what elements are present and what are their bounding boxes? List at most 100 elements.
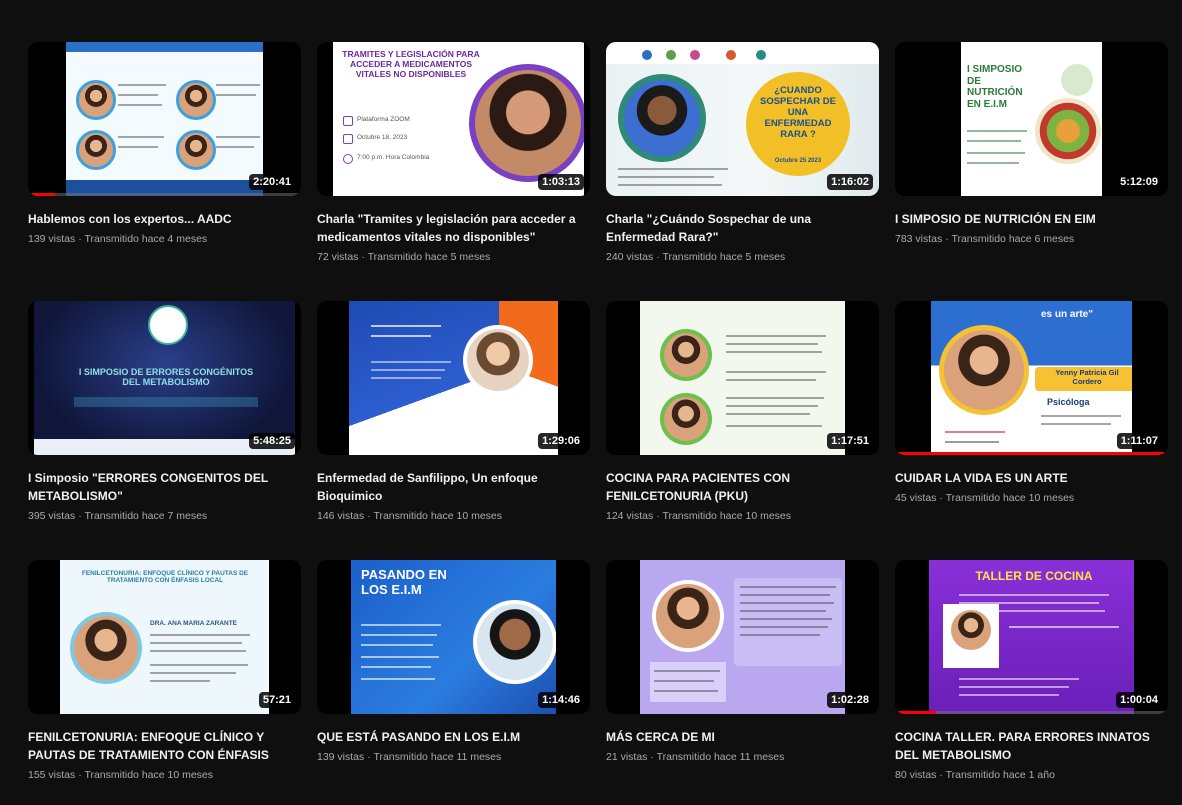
thumbnail-art: I SIMPOSIO DE ERRORES CONGÉNITOS DEL MET…	[34, 301, 295, 455]
poster-role: Psicóloga	[1047, 397, 1090, 407]
video-title[interactable]: Enfermedad de Sanfilippo, Un enfoque Bio…	[317, 469, 590, 505]
thumbnail-art: FENILCETONURIA: ENFOQUE CLÍNICO Y PAUTAS…	[60, 560, 269, 714]
video-thumbnail[interactable]: TRAMITES Y LEGISLACIÓN PARA ACCEDER A ME…	[317, 42, 590, 196]
poster-speaker: DRA. ANA MARIA ZARANTE	[150, 620, 238, 627]
stream-age: Transmitido hace 11 meses	[373, 751, 502, 763]
poster-time: 7:00 p.m. Hora Colombia	[357, 154, 430, 161]
poster-headline: PASANDO EN LOS E.I.M	[361, 567, 447, 597]
stream-age: Transmitido hace 5 meses	[662, 251, 786, 263]
video-card[interactable]: TALLER DE COCINA 1:00:04 COCINA TALLER. …	[895, 560, 1168, 805]
video-card[interactable]: 1:17:51 COCINA PARA PACIENTES CON FENILC…	[606, 301, 879, 546]
thumbnail-art: ¿CUANDO SOSPECHAR DE UNA ENFERMEDAD RARA…	[606, 42, 879, 196]
video-title[interactable]: COCINA PARA PACIENTES CON FENILCETONURIA…	[606, 469, 879, 505]
view-count: 240 vistas	[606, 251, 654, 263]
video-thumbnail[interactable]: TALLER DE COCINA 1:00:04	[895, 560, 1168, 714]
poster-headline: TRAMITES Y LEGISLACIÓN PARA ACCEDER A ME…	[342, 49, 480, 79]
duration-badge: 1:00:04	[1116, 692, 1162, 708]
video-card[interactable]: ¿CUANDO SOSPECHAR DE UNA ENFERMEDAD RARA…	[606, 42, 879, 287]
video-thumbnail[interactable]: PASANDO EN LOS E.I.M 1:14:46	[317, 560, 590, 714]
stream-age: Transmitido hace 1 año	[945, 769, 1055, 781]
duration-badge: 1:17:51	[827, 433, 873, 449]
video-title[interactable]: FENILCETONURIA: ENFOQUE CLÍNICO Y PAUTAS…	[28, 728, 301, 764]
video-thumbnail[interactable]: 1:29:06	[317, 301, 590, 455]
video-thumbnail[interactable]: I SIMPOSIO DE NUTRICIÓN EN E.I.M 5:12:09	[895, 42, 1168, 196]
thumbnail-art	[640, 560, 845, 714]
video-title[interactable]: I SIMPOSIO DE NUTRICIÓN EN EIM	[895, 210, 1168, 228]
duration-badge: 57:21	[258, 692, 295, 708]
video-title[interactable]: Hablemos con los expertos... AADC	[28, 210, 301, 228]
duration-badge: 5:48:25	[249, 433, 295, 449]
duration-badge: 1:14:46	[538, 692, 584, 708]
video-thumbnail[interactable]: 2:20:41	[28, 42, 301, 196]
video-title[interactable]: QUE ESTÁ PASANDO EN LOS E.I.M	[317, 728, 590, 746]
view-count: 124 vistas	[606, 510, 654, 522]
thumbnail-art: TRAMITES Y LEGISLACIÓN PARA ACCEDER A ME…	[333, 42, 584, 196]
video-card[interactable]: PASANDO EN LOS E.I.M 1:14:46 QUE ESTÁ PA…	[317, 560, 590, 805]
stream-age: Transmitido hace 11 meses	[656, 751, 785, 763]
video-card[interactable]: 1:29:06 Enfermedad de Sanfilippo, Un enf…	[317, 301, 590, 546]
video-title[interactable]: CUIDAR LA VIDA ES UN ARTE	[895, 469, 1168, 487]
stream-age: Transmitido hace 5 meses	[367, 251, 491, 263]
duration-badge: 2:20:41	[249, 174, 295, 190]
video-meta: 139 vistas · Transmitido hace 11 meses	[317, 751, 502, 763]
video-title[interactable]: MÁS CERCA DE MI	[606, 728, 879, 746]
poster-headline: FENILCETONURIA: ENFOQUE CLÍNICO Y PAUTAS…	[81, 570, 249, 585]
video-meta: 45 vistas · Transmitido hace 10 meses	[895, 492, 1075, 504]
poster-headline: ¿CUANDO SOSPECHAR DE UNA ENFERMEDAD RARA…	[759, 85, 836, 140]
duration-badge: 5:12:09	[1116, 174, 1162, 190]
thumbnail-art: PASANDO EN LOS E.I.M	[351, 560, 556, 714]
thumbnail-art: TALLER DE COCINA	[929, 560, 1134, 714]
thumbnail-art: I SIMPOSIO DE NUTRICIÓN EN E.I.M	[961, 42, 1102, 196]
poster-headline: TALLER DE COCINA	[975, 569, 1093, 583]
thumbnail-art: es un arte" Yenny Patricia Gil Cordero P…	[931, 301, 1132, 455]
view-count: 139 vistas	[317, 751, 365, 763]
poster-date: Octubre 18, 2023	[357, 134, 408, 141]
view-count: 783 vistas	[895, 233, 943, 245]
duration-badge: 1:03:13	[538, 174, 584, 190]
video-title[interactable]: I Simposio "ERRORES CONGENITOS DEL METAB…	[28, 469, 301, 505]
video-thumbnail[interactable]: 1:17:51	[606, 301, 879, 455]
poster-headline: I SIMPOSIO DE NUTRICIÓN EN E.I.M	[967, 64, 1023, 110]
video-title[interactable]: COCINA TALLER. PARA ERRORES INNATOS DEL …	[895, 728, 1168, 764]
video-card[interactable]: 2:20:41 Hablemos con los expertos... AAD…	[28, 42, 301, 287]
poster-platform: Plataforma ZOOM	[357, 116, 410, 123]
video-thumbnail[interactable]: I SIMPOSIO DE ERRORES CONGÉNITOS DEL MET…	[28, 301, 301, 455]
video-meta: 395 vistas · Transmitido hace 7 meses	[28, 510, 208, 522]
video-thumbnail[interactable]: ¿CUANDO SOSPECHAR DE UNA ENFERMEDAD RARA…	[606, 42, 879, 196]
watch-progress-bar	[895, 711, 1168, 714]
video-thumbnail[interactable]: FENILCETONURIA: ENFOQUE CLÍNICO Y PAUTAS…	[28, 560, 301, 714]
video-meta: 783 vistas · Transmitido hace 6 meses	[895, 233, 1075, 245]
video-title[interactable]: Charla "Tramites y legislación para acce…	[317, 210, 590, 246]
video-meta: 240 vistas · Transmitido hace 5 meses	[606, 251, 786, 263]
stream-age: Transmitido hace 4 meses	[84, 233, 208, 245]
video-card[interactable]: TRAMITES Y LEGISLACIÓN PARA ACCEDER A ME…	[317, 42, 590, 287]
video-title[interactable]: Charla "¿Cuándo Sospechar de una Enferme…	[606, 210, 879, 246]
video-meta: 146 vistas · Transmitido hace 10 meses	[317, 510, 503, 522]
stream-age: Transmitido hace 10 meses	[662, 510, 792, 522]
view-count: 72 vistas	[317, 251, 359, 263]
view-count: 139 vistas	[28, 233, 76, 245]
view-count: 155 vistas	[28, 769, 76, 781]
stream-age: Transmitido hace 10 meses	[373, 510, 503, 522]
view-count: 45 vistas	[895, 492, 937, 504]
video-meta: 139 vistas · Transmitido hace 4 meses	[28, 233, 208, 245]
video-card[interactable]: I SIMPOSIO DE NUTRICIÓN EN E.I.M 5:12:09…	[895, 42, 1168, 287]
video-card[interactable]: es un arte" Yenny Patricia Gil Cordero P…	[895, 301, 1168, 546]
video-thumbnail[interactable]: es un arte" Yenny Patricia Gil Cordero P…	[895, 301, 1168, 455]
poster-date: Octubre 25 2023	[774, 158, 822, 164]
duration-badge: 1:11:07	[1116, 433, 1162, 449]
video-thumbnail[interactable]: 1:02:28	[606, 560, 879, 714]
video-meta: 124 vistas · Transmitido hace 10 meses	[606, 510, 792, 522]
poster-tagline: es un arte"	[1041, 309, 1093, 320]
view-count: 21 vistas	[606, 751, 648, 763]
video-grid: 2:20:41 Hablemos con los expertos... AAD…	[28, 42, 1168, 805]
video-card[interactable]: 1:02:28 MÁS CERCA DE MI 21 vistas · Tran…	[606, 560, 879, 805]
video-card[interactable]: FENILCETONURIA: ENFOQUE CLÍNICO Y PAUTAS…	[28, 560, 301, 805]
stream-age: Transmitido hace 6 meses	[951, 233, 1075, 245]
duration-badge: 1:16:02	[827, 174, 873, 190]
stream-age: Transmitido hace 10 meses	[84, 769, 214, 781]
thumbnail-art	[349, 301, 558, 455]
video-card[interactable]: I SIMPOSIO DE ERRORES CONGÉNITOS DEL MET…	[28, 301, 301, 546]
video-meta: 155 vistas · Transmitido hace 10 meses	[28, 769, 214, 781]
watch-progress-bar	[28, 193, 301, 196]
